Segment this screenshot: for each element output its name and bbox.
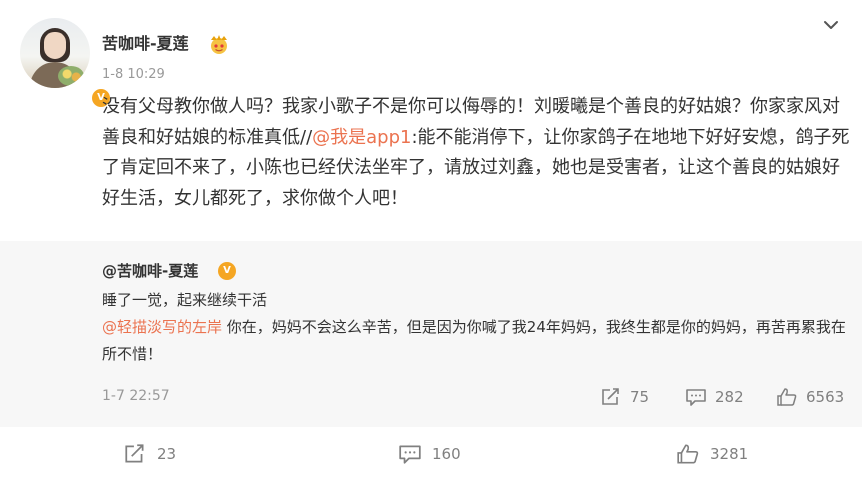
repost-comment-button[interactable]: 282	[685, 385, 744, 409]
repost-share-button[interactable]: 75	[600, 385, 649, 409]
reposted-content[interactable]: @苦咖啡-夏莲 V 睡了一觉，起来继续干活 @轻描淡写的左岸 你在，妈妈不会这么辛…	[0, 241, 862, 427]
post-username[interactable]: 苦咖啡-夏莲	[102, 34, 189, 54]
repost-count: 23	[157, 445, 177, 463]
comment-count: 282	[715, 388, 744, 406]
repost-time[interactable]: 1-7 22:57	[102, 386, 170, 406]
thumbs-up-icon	[677, 444, 699, 464]
mention-link[interactable]: @轻描淡写的左岸	[102, 318, 222, 336]
thumbs-up-icon	[777, 388, 797, 406]
comment-icon	[399, 445, 421, 464]
post-time[interactable]: 1-8 10:29	[102, 66, 165, 84]
repost-count: 75	[630, 388, 650, 406]
mention-link[interactable]: @我是app1	[312, 127, 411, 148]
verified-badge-icon: V	[218, 262, 236, 280]
avatar[interactable]: V	[20, 18, 112, 109]
post-like-button[interactable]: 3281	[676, 441, 748, 467]
weibo-post: V 苦咖啡-夏莲 1-8 10:29 没有父母教你做人吗？我家小歌子不是你可以侮…	[0, 0, 862, 477]
avatar-image	[20, 18, 90, 88]
repost-like-button[interactable]: 6563	[776, 385, 844, 409]
chevron-down-icon[interactable]	[820, 14, 842, 36]
comment-count: 160	[432, 445, 461, 463]
like-count: 3281	[710, 445, 749, 463]
post-comment-button[interactable]: 160	[398, 441, 461, 467]
like-count: 6563	[806, 388, 845, 406]
repost-text: 睡了一觉，起来继续干活 @轻描淡写的左岸 你在，妈妈不会这么辛苦，但是因为你喊了我…	[102, 287, 850, 368]
repost-icon	[602, 388, 619, 405]
repost-username[interactable]: @苦咖啡-夏莲	[102, 261, 198, 281]
post-text: 没有父母教你做人吗？我家小歌子不是你可以侮辱的！刘暖曦是个善良的好姑娘？你家家风…	[102, 92, 850, 214]
post-repost-button[interactable]: 23	[123, 441, 176, 467]
repost-icon	[125, 444, 144, 463]
comment-icon	[686, 389, 706, 406]
crown-emoji-icon	[211, 35, 227, 54]
repost-text-line: 睡了一觉，起来继续干活	[102, 291, 268, 309]
